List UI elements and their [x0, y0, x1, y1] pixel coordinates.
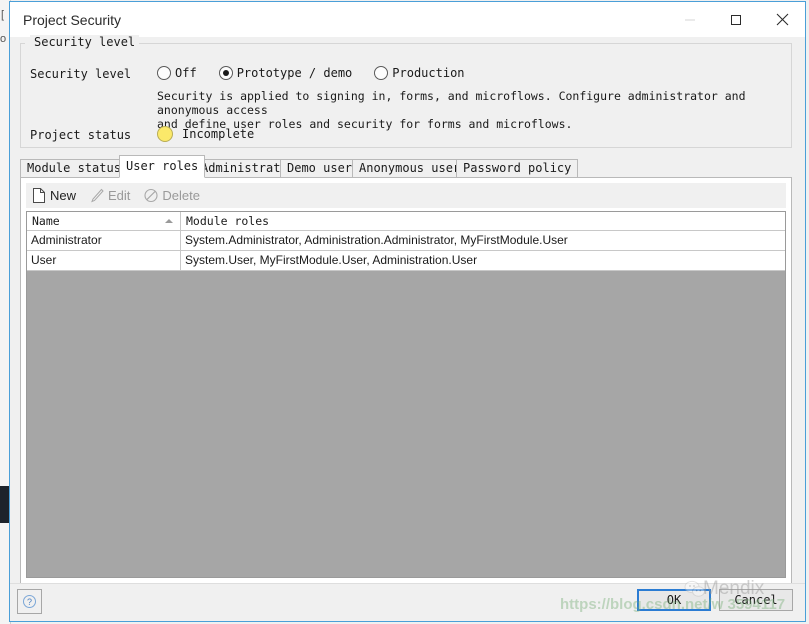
new-button[interactable]: New [32, 188, 76, 203]
tab-user-roles[interactable]: User roles [119, 155, 206, 178]
ok-button[interactable]: OK [637, 589, 711, 611]
grid-header-row: Name Module roles [27, 212, 785, 231]
user-roles-tab-panel: New Edit Delete Name Module roles Admini… [20, 177, 792, 585]
edit-button[interactable]: Edit [90, 188, 130, 203]
project-status-value: Incomplete [182, 127, 255, 141]
edit-button-label: Edit [108, 188, 131, 203]
radio-option-production[interactable]: Production [374, 66, 465, 80]
maximize-icon [730, 14, 742, 26]
radio-option-prototype-demo[interactable]: Prototype / demo [218, 66, 353, 80]
project-security-dialog: Project Security Security level Security… [9, 1, 806, 622]
tab-module-status[interactable]: Module status [20, 159, 128, 177]
background-text-fragment-below: o [0, 33, 7, 45]
minimize-button[interactable] [667, 2, 713, 37]
close-icon [776, 13, 789, 26]
cell-module-roles: System.Administrator, Administration.Adm… [181, 231, 785, 250]
background-text-fragment-top: [ [1, 9, 5, 21]
security-level-radio-group: Off Prototype / demo Production [157, 66, 465, 80]
radio-circle-selected-icon [218, 66, 233, 80]
user-roles-grid: Name Module roles Administrator System.A… [26, 211, 786, 578]
sort-ascending-icon [165, 219, 173, 223]
grid-header-name-label: Name [32, 214, 60, 228]
pencil-icon [90, 188, 104, 203]
window-title: Project Security [23, 12, 122, 28]
table-row[interactable]: Administrator System.Administrator, Admi… [27, 231, 785, 251]
new-button-label: New [50, 188, 77, 203]
groupbox-legend: Security level [30, 35, 140, 49]
project-status-label: Project status [30, 128, 132, 142]
table-row[interactable]: User System.User, MyFirstModule.User, Ad… [27, 251, 785, 271]
grid-toolbar: New Edit Delete [26, 183, 786, 208]
radio-label-off: Off [175, 66, 197, 80]
tab-strip: Module status User roles Administrator D… [20, 155, 790, 178]
help-button[interactable]: ? [17, 589, 42, 614]
radio-option-off[interactable]: Off [157, 66, 197, 80]
security-level-groupbox: Security level Security level Off Protot… [20, 35, 792, 148]
radio-circle-icon [374, 66, 389, 80]
dialog-footer: ? OK Cancel [10, 583, 805, 621]
project-status-value-row: Incomplete [157, 126, 254, 142]
groupbox-top-border-right [138, 43, 792, 44]
status-indicator-icon [157, 126, 173, 142]
grid-header-module-roles-label: Module roles [186, 214, 270, 228]
security-description-text: Security is applied to signing in, forms… [157, 89, 746, 131]
cell-name: Administrator [27, 231, 181, 250]
groupbox-top-border-left [20, 43, 25, 44]
title-bar: Project Security [10, 2, 805, 37]
radio-label-prototype-demo: Prototype / demo [236, 66, 353, 80]
radio-label-production: Production [392, 66, 465, 80]
dialog-body: Security level Security level Off Protot… [10, 35, 805, 621]
background-dark-block [0, 486, 9, 523]
cell-module-roles: System.User, MyFirstModule.User, Adminis… [181, 251, 785, 270]
new-document-icon [32, 188, 46, 203]
cancel-button[interactable]: Cancel [719, 589, 793, 611]
no-entry-icon [144, 188, 158, 203]
svg-text:?: ? [27, 597, 32, 607]
delete-button-label: Delete [162, 188, 200, 203]
close-button[interactable] [759, 2, 805, 37]
maximize-button[interactable] [713, 2, 759, 37]
tab-password-policy[interactable]: Password policy [456, 159, 579, 177]
question-mark-icon: ? [22, 594, 37, 609]
security-level-label: Security level [30, 67, 132, 81]
cell-name: User [27, 251, 181, 270]
delete-button[interactable]: Delete [144, 188, 200, 203]
radio-circle-icon [157, 66, 171, 80]
window-controls [667, 2, 805, 37]
grid-header-name[interactable]: Name [27, 212, 181, 230]
minimize-icon [684, 14, 696, 26]
grid-header-module-roles[interactable]: Module roles [181, 212, 785, 230]
